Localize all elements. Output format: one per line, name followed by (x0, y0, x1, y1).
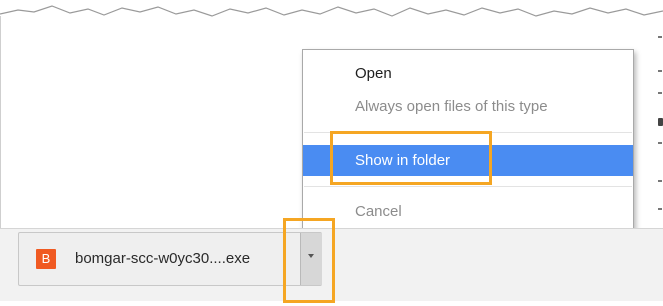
bomgar-file-icon: B (36, 249, 56, 269)
menu-item-open-label: Open (355, 65, 392, 82)
menu-item-cancel-label: Cancel (355, 203, 402, 220)
menu-item-open[interactable]: Open (303, 59, 633, 89)
menu-separator (304, 186, 632, 187)
download-item: B bomgar-scc-w0yc30....exe (18, 232, 322, 286)
menu-item-cancel[interactable]: Cancel (303, 197, 633, 227)
menu-item-always-open[interactable]: Always open files of this type (303, 92, 633, 122)
highlight-box-dropdown (283, 218, 335, 303)
menu-item-always-open-label: Always open files of this type (355, 98, 548, 115)
highlight-box-show-in-folder (330, 131, 492, 185)
screenshot-frame: Open Always open files of this type Show… (0, 0, 663, 306)
download-filename: bomgar-scc-w0yc30....exe (75, 250, 251, 267)
download-item-open[interactable]: B bomgar-scc-w0yc30....exe (19, 233, 297, 285)
